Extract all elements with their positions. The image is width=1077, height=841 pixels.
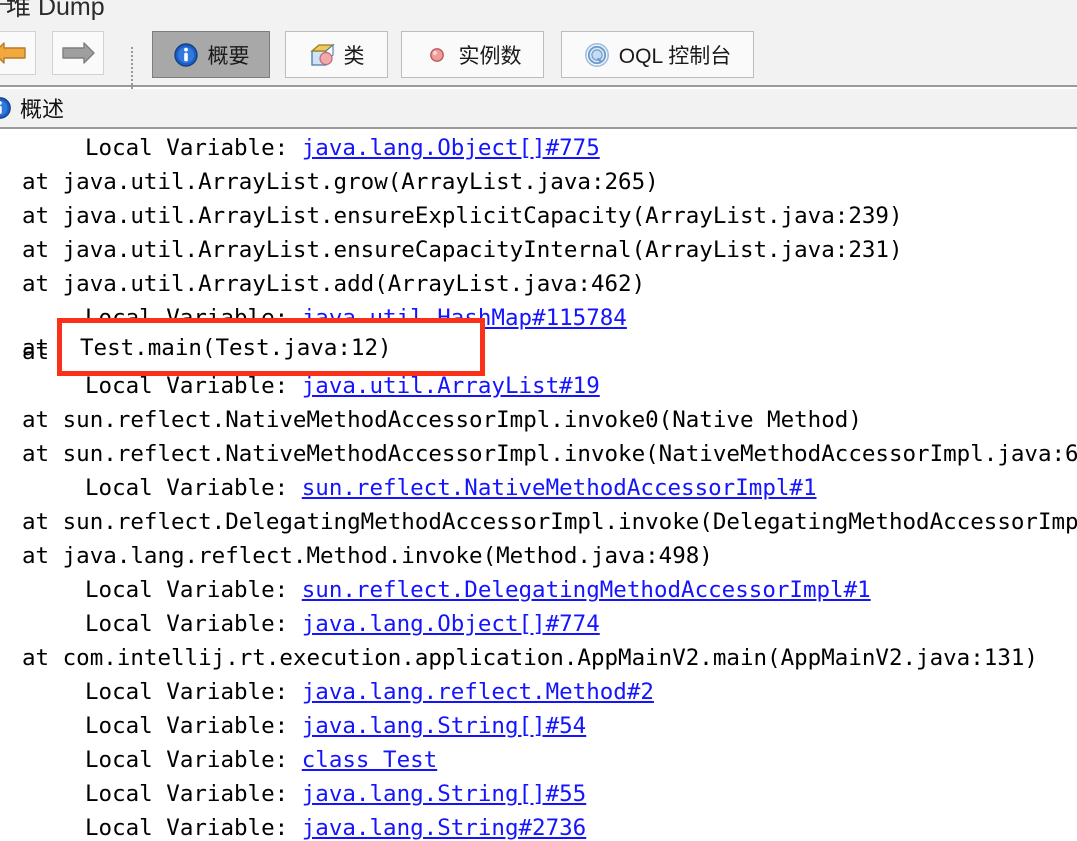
local-variable-label: Local Variable: (85, 475, 302, 501)
tab-summary-button[interactable]: 概要 (152, 31, 270, 78)
stack-frame-text: at java.lang.reflect.Method.invoke(Metho… (22, 543, 713, 569)
local-variable-label: Local Variable: (85, 577, 302, 603)
tab-classes-label: 类 (343, 44, 365, 68)
object-reference-link[interactable]: java.lang.reflect.Method#2 (302, 679, 654, 705)
local-variable-row[interactable]: Local Variable: class Test (0, 743, 1077, 777)
stack-frame-text: at sun.reflect.NativeMethodAccessorImpl.… (22, 407, 862, 433)
local-variable-row[interactable]: Local Variable: sun.reflect.NativeMethod… (0, 471, 1077, 505)
stack-frame-text: at java.util.ArrayList.add(ArrayList.jav… (22, 271, 646, 297)
local-variable-label: Local Variable: (85, 713, 302, 739)
oql-icon (584, 42, 610, 68)
local-variable-row[interactable]: Local Variable: java.lang.String[]#54 (0, 709, 1077, 743)
instances-icon (424, 42, 450, 68)
stack-frame-text: at sun.reflect.DelegatingMethodAccessorI… (22, 509, 1077, 535)
local-variable-row[interactable]: Local Variable: sun.reflect.DelegatingMe… (0, 573, 1077, 607)
stack-frame-row: at java.util.ArrayList.grow(ArrayList.ja… (0, 165, 1077, 199)
stack-frame-row: at sun.reflect.NativeMethodAccessorImpl.… (0, 437, 1077, 471)
window-titlebar: 堆 Dump (0, 0, 1077, 23)
stack-frame-text: at sun.reflect.NativeMethodAccessorImpl.… (22, 441, 1077, 467)
stack-frame-row: at java.lang.reflect.Method.invoke(Metho… (0, 539, 1077, 573)
classes-icon (309, 42, 335, 68)
object-reference-link[interactable]: java.lang.String#2736 (302, 815, 586, 841)
stack-frame-row: at com.intellij.rt.execution.application… (0, 641, 1077, 675)
local-variable-row[interactable]: Local Variable: java.lang.reflect.Method… (0, 675, 1077, 709)
stack-trace-panel[interactable]: Local Variable: java.lang.Object[]#775 at… (0, 131, 1077, 841)
object-reference-link[interactable]: java.lang.String[]#54 (302, 713, 586, 739)
object-reference-link[interactable]: sun.reflect.DelegatingMethodAccessorImpl… (302, 577, 871, 603)
local-variable-row[interactable]: Local Variable: java.lang.String[]#55 (0, 777, 1077, 811)
stack-frame-row: at sun.reflect.NativeMethodAccessorImpl.… (0, 403, 1077, 437)
window-title: 堆 Dump (6, 0, 105, 21)
info-icon (0, 96, 12, 120)
section-header: 概述 (0, 89, 1077, 129)
forward-button[interactable] (52, 31, 104, 75)
annotation-highlighted-line: Test.main(Test.java:12) (80, 335, 392, 361)
stack-frame-text: at java.util.ArrayList.ensureCapacityInt… (22, 237, 903, 263)
arrow-right-icon (61, 40, 95, 66)
local-variable-row[interactable]: Local Variable: java.lang.String#2736 (0, 811, 1077, 841)
stack-frame-text: at java.util.ArrayList.ensureExplicitCap… (22, 203, 903, 229)
local-variable-label: Local Variable: (85, 135, 302, 161)
stack-frame-row: at java.util.ArrayList.ensureCapacityInt… (0, 233, 1077, 267)
local-variable-label: Local Variable: (85, 781, 302, 807)
heap-dump-window: 堆 Dump 概要 类 实例数 OQL 控制台 概述 Local Variabl… (0, 0, 1077, 841)
info-icon (173, 42, 199, 68)
local-variable-row[interactable]: Local Variable: java.lang.Object[]#775 (0, 131, 1077, 165)
local-variable-label: Local Variable: (85, 747, 302, 773)
local-variable-label: Local Variable: (85, 679, 302, 705)
object-reference-link[interactable]: class Test (302, 747, 437, 773)
object-reference-link[interactable]: java.lang.String[]#55 (302, 781, 586, 807)
tab-oql-console-button[interactable]: OQL 控制台 (561, 31, 754, 78)
stack-frame-row: at java.util.ArrayList.add(ArrayList.jav… (0, 267, 1077, 301)
tab-instances-button[interactable]: 实例数 (401, 31, 544, 78)
tab-instances-label: 实例数 (458, 44, 522, 68)
object-reference-link[interactable]: java.lang.Object[]#774 (302, 611, 600, 637)
stack-frame-text: at java.util.ArrayList.grow(ArrayList.ja… (22, 169, 659, 195)
local-variable-label: Local Variable: (85, 611, 302, 637)
stack-frame-text: at com.intellij.rt.execution.application… (22, 645, 1038, 671)
object-reference-link[interactable]: java.lang.Object[]#775 (302, 135, 600, 161)
local-variable-label: Local Variable: (85, 373, 302, 399)
section-header-label: 概述 (20, 97, 65, 122)
local-variable-row[interactable]: Local Variable: java.lang.Object[]#774 (0, 607, 1077, 641)
main-toolbar: 概要 类 实例数 OQL 控制台 (0, 23, 1077, 109)
stack-frame-row: at java.util.ArrayList.ensureExplicitCap… (0, 199, 1077, 233)
tab-classes-button[interactable]: 类 (285, 31, 388, 78)
back-button[interactable] (0, 31, 36, 75)
arrow-left-icon (0, 40, 27, 66)
annotation-at-prefix: at (22, 335, 50, 361)
local-variable-label: Local Variable: (85, 815, 302, 841)
object-reference-link[interactable]: java.util.ArrayList#19 (302, 373, 600, 399)
object-reference-link[interactable]: sun.reflect.NativeMethodAccessorImpl#1 (302, 475, 817, 501)
tab-oql-console-label: OQL 控制台 (618, 44, 732, 68)
tab-summary-label: 概要 (207, 44, 250, 68)
stack-frame-row: at sun.reflect.DelegatingMethodAccessorI… (0, 505, 1077, 539)
